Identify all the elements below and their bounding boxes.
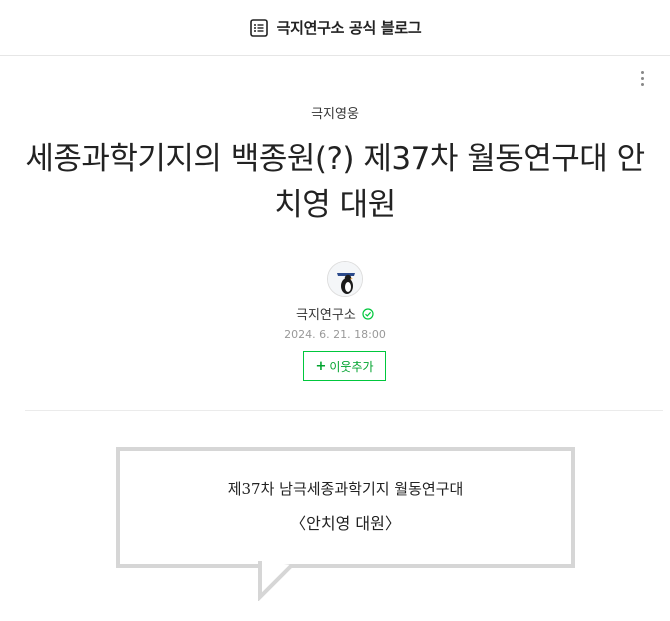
blog-title[interactable]: 극지연구소 공식 블로그 [277, 17, 422, 38]
post-title: 세종과학기지의 백종원(?) 제37차 월동연구대 안치영 대원 [25, 141, 645, 223]
plus-icon: + [315, 358, 327, 374]
quote-line-1: 제37차 남극세종과학기지 월동연구대 [227, 480, 464, 498]
post-category[interactable]: 극지영웅 [0, 103, 670, 122]
divider [25, 410, 663, 411]
kopri-logo-icon [328, 262, 362, 296]
avatar[interactable] [327, 261, 363, 297]
follow-label: 이웃추가 [329, 359, 374, 374]
quote-line-2: 〈안치영 대원〉 [290, 514, 401, 533]
quote-tail [258, 561, 294, 601]
author-row: 극지연구소 [0, 304, 670, 323]
verified-check-icon [362, 308, 374, 320]
add-neighbor-button[interactable]: + 이웃추가 [303, 351, 386, 381]
blog-header: 극지연구소 공식 블로그 [0, 0, 670, 56]
more-vertical-icon[interactable] [632, 68, 652, 88]
post-date: 2024. 6. 21. 18:00 [284, 328, 386, 341]
quote-box [116, 447, 575, 568]
author-name[interactable]: 극지연구소 [296, 308, 356, 323]
list-icon[interactable] [249, 18, 269, 38]
